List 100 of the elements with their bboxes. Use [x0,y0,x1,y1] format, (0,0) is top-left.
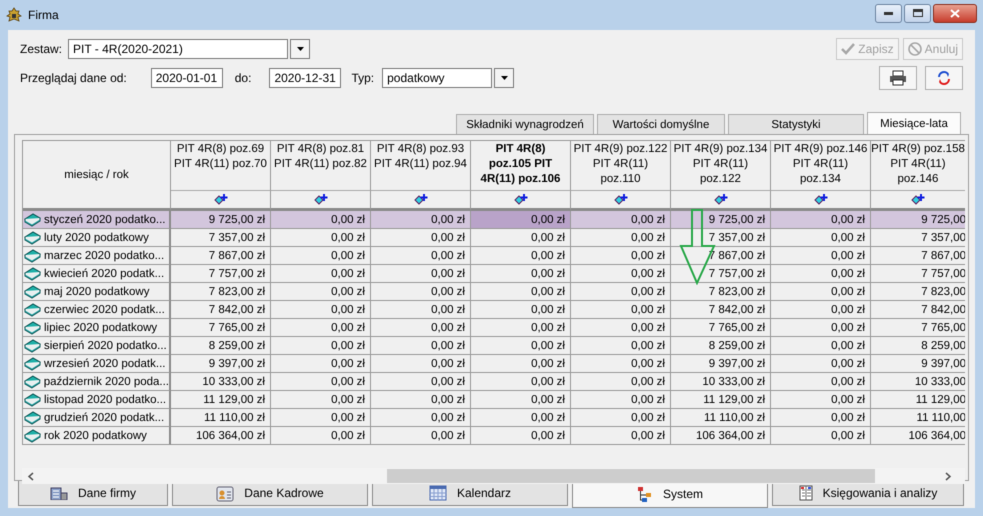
table-cell: 0,00 zł [571,211,671,230]
table-cell: 7 842,00 zł [671,301,771,320]
table-cell: 0,00 zł [271,373,371,392]
diamond-plus-icon[interactable] [911,194,925,206]
book-icon [24,302,41,317]
scrollbar-thumb[interactable] [387,469,875,484]
column-header[interactable]: PIT 4R(9) poz.122 PIT 4R(11) poz.110 [571,141,671,192]
table-cell: 0,00 zł [571,337,671,356]
tab[interactable]: Miesiące-lata [867,112,961,136]
date-field[interactable]: 2020-12-31 [269,68,342,88]
book-icon [24,320,41,335]
table-cell: 0,00 zł [371,283,471,302]
refresh-icon [936,70,952,86]
table-cell: 0,00 zł [371,265,471,284]
column-header[interactable]: PIT 4R(9) poz.134 PIT 4R(11) poz.122 [671,141,771,192]
row-label: styczeń 2020 podatko... [44,214,166,226]
diamond-plus-icon[interactable] [414,194,428,206]
table-cell: 0,00 zł [471,265,571,284]
table-cell: 9 725,00 zł [171,211,271,230]
table-cell: 0,00 zł [471,373,571,392]
maximize-icon [912,9,922,17]
table-cell: 11 129,00 zł [671,391,771,410]
table-cell: 0,00 zł [471,337,571,356]
row-label: luty 2020 podatkowy [44,232,149,244]
print-button[interactable] [879,66,917,90]
maximize-button[interactable] [904,4,931,22]
table-cell: 0,00 zł [771,427,871,446]
column-header[interactable]: PIT 4R(8) poz.93 PIT 4R(11) poz.94 [371,141,471,192]
tab[interactable]: Statystyki [728,114,864,134]
caret-icon [500,76,508,80]
table-cell: 0,00 zł [271,337,371,356]
table-cell: 0,00 zł [471,391,571,410]
table-cell: 7 357,00 zł [671,229,771,248]
caret-icon [296,47,304,51]
column-header[interactable]: PIT 4R(8) poz.69 PIT 4R(11) poz.70 [171,141,271,192]
table-cell: 0,00 zł [471,247,571,266]
table-cell: 10 333,00 zł [171,373,271,392]
table-cell: 0,00 zł [371,319,471,338]
table-cell: 0,00 zł [271,409,371,428]
tab[interactable]: Wartości domyślne [597,114,725,134]
row-label: maj 2020 podatkowy [44,286,150,298]
table-cell: 7 357,00 zł [171,229,271,248]
book-icon [24,410,41,425]
table-cell: 0,00 zł [271,301,371,320]
column-header[interactable]: PIT 4R(9) poz.146 PIT 4R(11) poz.134 [771,141,871,192]
table-cell: 0,00 zł [371,355,471,374]
dropdown-button[interactable] [290,39,310,59]
table-cell: 0,00 zł [771,391,871,410]
minimize-icon [884,12,893,14]
table-cell: 0,00 zł [771,373,871,392]
book-icon [24,392,41,407]
date-field[interactable]: 2020-01-01 [150,68,223,88]
id-card-icon [216,484,234,502]
table-cell: 0,00 zł [771,229,871,248]
refresh-button[interactable] [925,66,963,90]
book-icon [24,374,41,389]
set-dropdown[interactable]: PIT - 4R(2020-2021) [68,39,288,59]
minimize-button[interactable] [875,4,902,22]
column-header[interactable]: PIT 4R(8) poz.81 PIT 4R(11) poz.82 [271,141,371,192]
book-icon [24,356,41,371]
row-label: rok 2020 podatkowy [44,430,147,442]
type-label: Typ: [351,71,374,85]
column-header[interactable]: PIT 4R(8) poz.105 PIT 4R(11) poz.106 [471,141,571,192]
diamond-plus-icon[interactable] [714,194,728,206]
table-cell: 0,00 zł [571,247,671,266]
table-cell: 0,00 zł [771,319,871,338]
scroll-right-icon[interactable] [945,472,952,481]
table-cell: 0,00 zł [571,265,671,284]
table-cell: 0,00 zł [771,283,871,302]
type-dropdown[interactable]: podatkowy [382,68,492,88]
tab[interactable]: Składniki wynagrodzeń [456,114,594,134]
scroll-left-icon[interactable] [27,472,34,481]
column-header[interactable]: PIT 4R(9) poz.158 PIT 4R(11) poz.146 [871,141,965,192]
table-cell: 11 110,00 zł [671,409,771,428]
table-cell: 0,00 zł [471,319,571,338]
calendar-icon [428,484,447,501]
table-cell: 0,00 zł [771,409,871,428]
row-label: listopad 2020 podatko... [44,394,166,406]
table-cell: 0,00 zł [371,301,471,320]
table-cell: 0,00 zł [571,355,671,374]
row-label: czerwiec 2020 podatk... [44,304,165,316]
table-cell: 7 823,00 zł [671,283,771,302]
diamond-plus-icon[interactable] [514,194,528,206]
table-cell: 0,00 zł [271,229,371,248]
diamond-plus-icon[interactable] [614,194,628,206]
diamond-plus-icon[interactable] [814,194,828,206]
close-button[interactable] [933,4,977,22]
diamond-plus-icon[interactable] [314,194,328,206]
table-cell: 0,00 zł [571,229,671,248]
diamond-plus-icon[interactable] [214,194,228,206]
table-cell: 7 867,00 zł [171,247,271,266]
table-cell: 0,00 zł [571,373,671,392]
hierarchy-icon [636,486,653,502]
table-cell: 0,00 zł [371,337,471,356]
table-cell: 0,00 zł [271,283,371,302]
table-cell: 7 842,00 zł [171,301,271,320]
set-label: Zestaw: [20,42,62,56]
book-icon [24,248,41,263]
dropdown-button[interactable] [494,68,514,88]
table-cell: 0,00 zł [471,301,571,320]
